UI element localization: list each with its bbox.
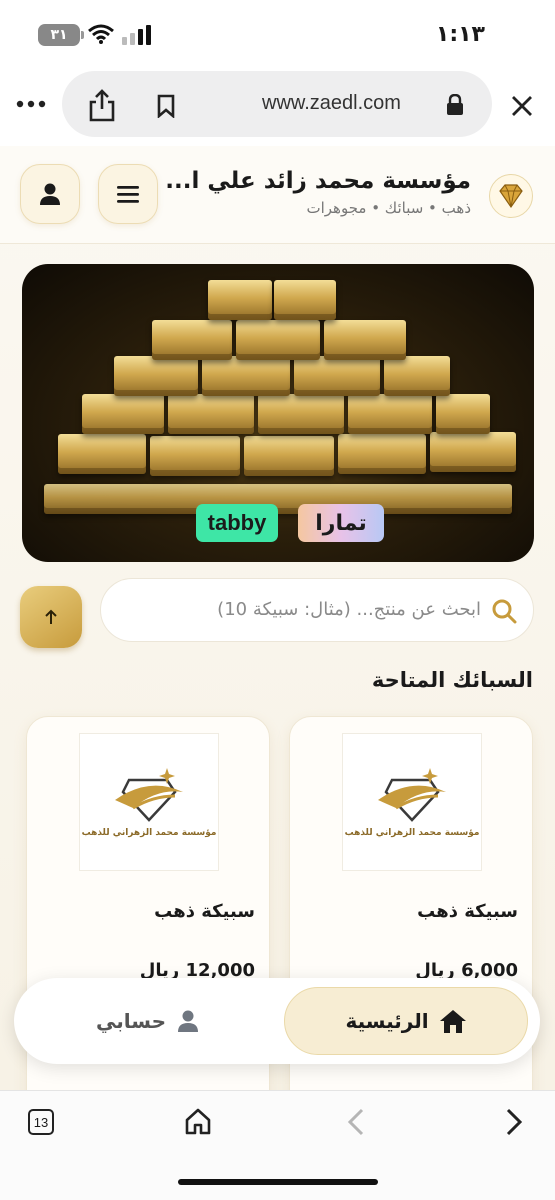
gold-diamond-icon (499, 184, 523, 209)
nav-account-button[interactable]: حسابي (26, 987, 270, 1055)
home-indicator (178, 1179, 378, 1185)
browser-toolbar: 13 (0, 1090, 555, 1200)
store-subtitle: ذهب • سبائك • مجوهرات (306, 199, 471, 217)
store-logo-icon (115, 768, 183, 822)
share-icon[interactable] (88, 88, 116, 122)
logo-text: مؤسسة محمد الزهراني للذهب (344, 828, 480, 838)
product-image: مؤسسة محمد الزهراني للذهب (79, 733, 219, 871)
home-icon[interactable] (184, 1107, 212, 1135)
logo-text: مؤسسة محمد الزهراني للذهب (81, 828, 217, 838)
product-title[interactable]: سبيكة ذهب (154, 901, 255, 922)
menu-button[interactable] (98, 164, 158, 224)
user-icon (178, 1010, 199, 1032)
nav-home-button[interactable]: الرئيسية (284, 987, 528, 1055)
browser-address-bar: www.zaedl.com (0, 62, 555, 146)
nav-home-label: الرئيسية (345, 1009, 429, 1033)
battery-icon: ٣١ (38, 24, 84, 46)
store-logo[interactable] (489, 174, 533, 218)
tabs-button[interactable]: 13 (28, 1109, 54, 1135)
search-input[interactable]: ابحث عن منتج... (مثال: سبيكة 10) (100, 578, 534, 642)
clock: ١:١٣ (435, 22, 485, 47)
forward-icon[interactable] (504, 1107, 524, 1137)
lock-icon (447, 94, 463, 115)
store-header: مؤسسة محمد زائد علي ا... ذهب • سبائك • م… (0, 146, 555, 244)
tabby-badge: tabby (196, 504, 278, 542)
url-text: www.zaedl.com (262, 92, 401, 114)
scroll-up-button[interactable] (20, 586, 82, 648)
back-icon[interactable] (346, 1107, 366, 1137)
tamara-badge: تمارا (298, 504, 384, 542)
web-page: مؤسسة محمد زائد علي ا... ذهب • سبائك • م… (0, 146, 555, 1090)
store-logo-icon (378, 768, 446, 822)
search-placeholder: ابحث عن منتج... (مثال: سبيكة 10) (217, 599, 481, 620)
product-title[interactable]: سبيكة ذهب (417, 901, 518, 922)
bookmark-icon[interactable] (156, 94, 176, 118)
hero-banner: tabby تمارا (22, 264, 534, 562)
nav-account-label: حسابي (95, 1009, 167, 1033)
hamburger-icon (117, 186, 139, 203)
search-icon[interactable] (491, 598, 517, 624)
wifi-icon (88, 24, 114, 44)
section-title: السبائك المتاحة (371, 668, 533, 692)
bottom-navigation: الرئيسية حسابي (14, 978, 540, 1064)
product-image: مؤسسة محمد الزهراني للذهب (342, 733, 482, 871)
store-name[interactable]: مؤسسة محمد زائد علي ا... (165, 168, 471, 194)
close-icon[interactable] (510, 94, 534, 118)
status-bar: ١:١٣ ٣١ (0, 0, 555, 62)
account-button[interactable] (20, 164, 80, 224)
signal-icon (122, 25, 151, 45)
more-icon[interactable] (16, 100, 46, 108)
home-icon (439, 1010, 466, 1033)
arrow-up-icon (45, 609, 57, 624)
user-icon (40, 183, 60, 205)
